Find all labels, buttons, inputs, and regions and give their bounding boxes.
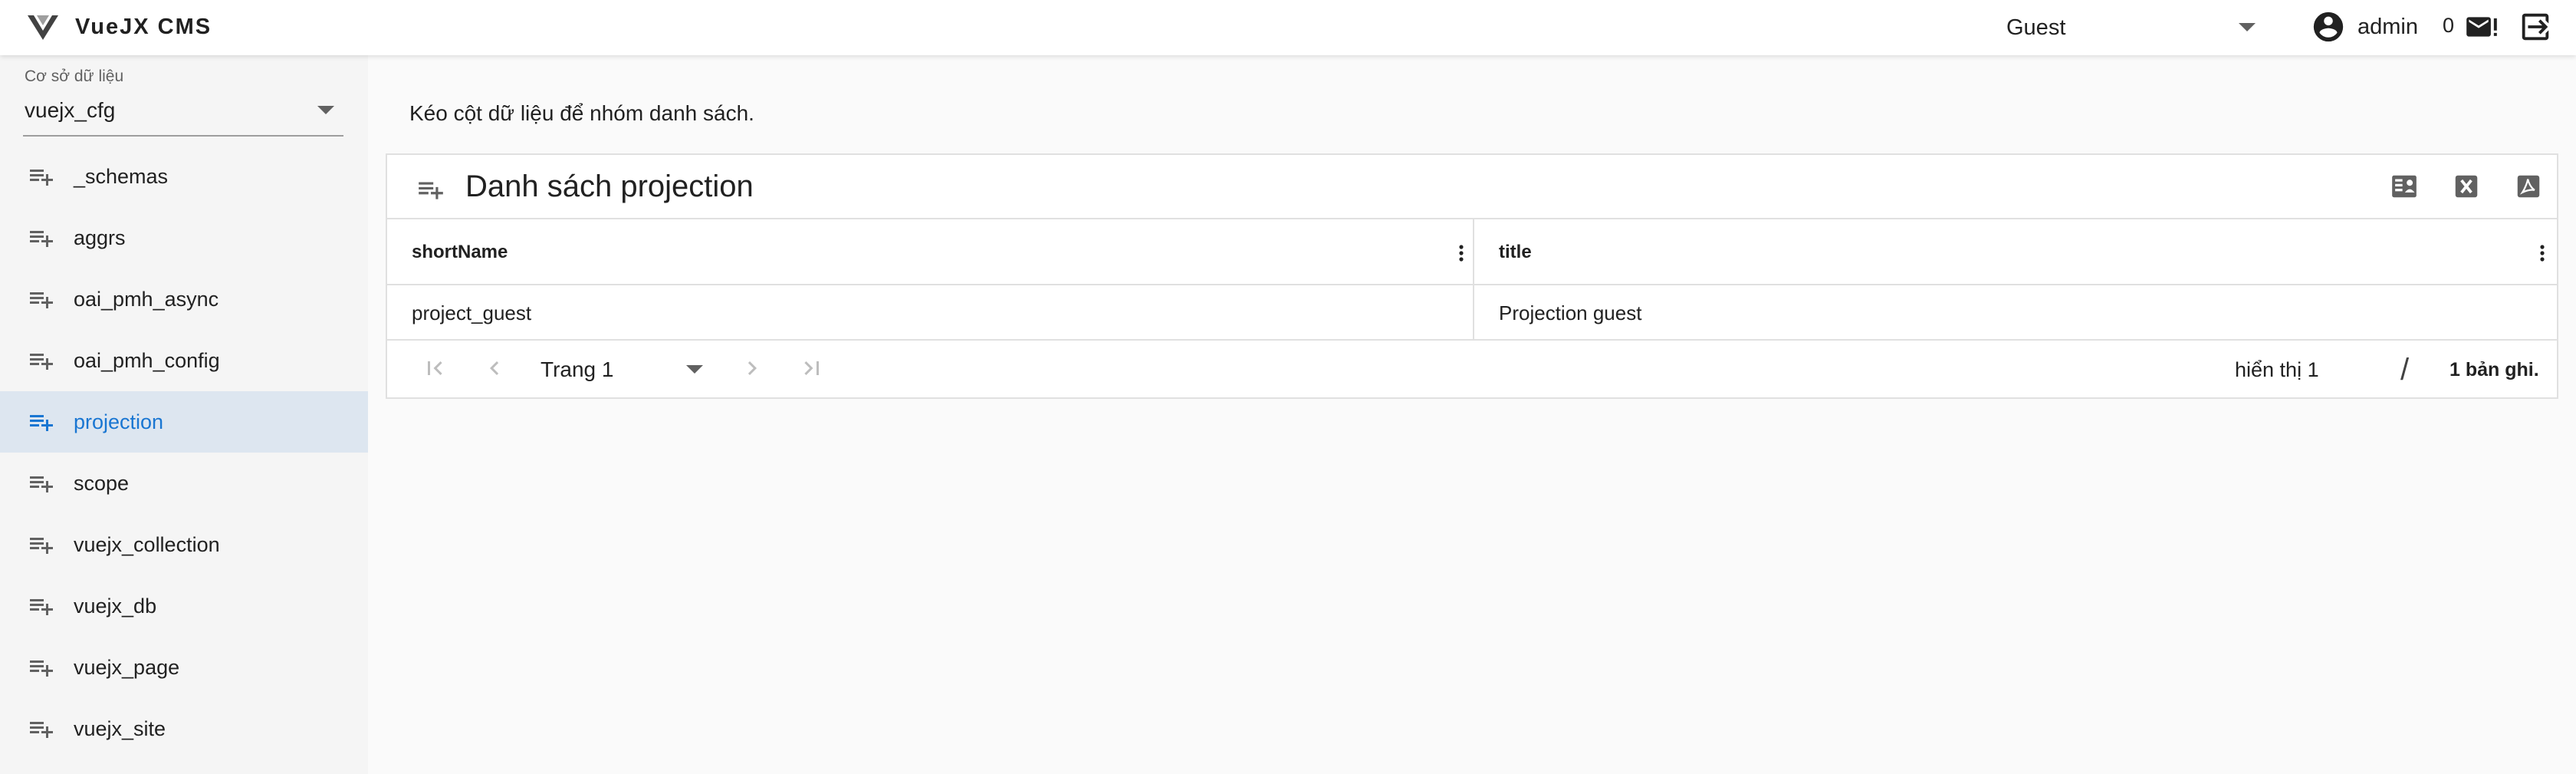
previous-page-icon[interactable] (481, 354, 508, 382)
sidebar-item-label: oai_pmh_config (74, 349, 220, 372)
sidebar-item-projection[interactable]: projection (0, 391, 368, 453)
message-count: 0 (2443, 14, 2455, 37)
playlist-add-icon (30, 599, 53, 615)
sidebar-item-oai-pmh-config[interactable]: oai_pmh_config (0, 330, 368, 391)
cell-title: Projection guest (1499, 301, 1642, 324)
sidebar-item-label: oai_pmh_async (74, 288, 219, 311)
table-cell: Projection guest (1474, 285, 2557, 339)
cell-shortname: project_guest (412, 301, 532, 324)
playlist-add-icon (30, 476, 53, 492)
total-records: 1 bản ghi. (2450, 359, 2539, 380)
playlist-add-icon (30, 538, 53, 554)
column-menu-icon[interactable] (2538, 242, 2546, 264)
app-bar: VueJX CMS Guest admin 0 (0, 0, 2576, 55)
chevron-down-icon (317, 106, 334, 114)
playlist-add-icon (30, 415, 53, 431)
sidebar-item-label: vuejx_page (74, 656, 180, 679)
table-cell: project_guest (387, 285, 1474, 339)
page-select[interactable]: Trang 1 (539, 351, 708, 387)
showing-count: hiển thị 1 (2235, 358, 2319, 381)
column-header-title[interactable]: title (1474, 219, 2557, 284)
sidebar-item-schemas[interactable]: _schemas (0, 146, 368, 207)
table-header: shortName title (387, 219, 2557, 285)
sidebar-item-vuejx-collection[interactable]: vuejx_collection (0, 514, 368, 575)
database-select[interactable]: vuejx_cfg (23, 92, 343, 137)
sidebar-item-aggrs[interactable]: aggrs (0, 207, 368, 268)
excel-icon[interactable] (2452, 172, 2481, 201)
form-icon[interactable] (2390, 172, 2419, 201)
group-hint: Kéo cột dữ liệu để nhóm danh sách. (409, 101, 754, 125)
database-select-value: vuejx_cfg (25, 98, 116, 122)
playlist-add-icon (30, 170, 53, 186)
playlist-add-icon (30, 660, 53, 677)
pagination-separator: / (2400, 353, 2410, 387)
column-menu-icon[interactable] (1457, 242, 1465, 264)
pdf-icon[interactable] (2514, 172, 2543, 201)
logout-icon[interactable] (2518, 9, 2553, 44)
role-select-value: Guest (2006, 15, 2066, 40)
vuejx-logo-icon[interactable] (26, 14, 60, 41)
column-header-shortname[interactable]: shortName (387, 219, 1474, 284)
sidebar-item-label: vuejx_db (74, 594, 157, 618)
sidebar-item-label: _schemas (74, 165, 169, 188)
playlist-add-icon (30, 722, 53, 738)
app-title[interactable]: VueJX CMS (75, 13, 212, 41)
chevron-down-icon (686, 365, 703, 374)
sidebar-item-label: vuejx_site (74, 717, 166, 740)
sidebar-item-vuejx-page[interactable]: vuejx_page (0, 637, 368, 698)
sidebar-item-scope[interactable]: scope (0, 453, 368, 514)
sidebar-item-vuejx-site[interactable]: vuejx_site (0, 698, 368, 759)
page-select-value: Trang 1 (540, 357, 614, 381)
role-select[interactable]: Guest (2004, 9, 2265, 44)
first-page-icon[interactable] (421, 354, 449, 382)
card-header: Danh sách projection (387, 155, 2557, 219)
sidebar-item-vuejx-db[interactable]: vuejx_db (0, 575, 368, 637)
last-page-icon[interactable] (798, 354, 826, 382)
pagination: Trang 1 hiển thị 1 / 1 bản ghi. (387, 341, 2557, 399)
data-table-card: Danh sách projection shortName title pro… (386, 153, 2558, 399)
database-label: Cơ sở dữ liệu (25, 68, 124, 85)
mail-alert-icon[interactable] (2464, 12, 2499, 41)
collection-list: _schemasaggrs oai_pmh_async oai_pmh_config… (0, 146, 368, 759)
chevron-down-icon (2239, 23, 2256, 31)
sidebar-item-label: aggrs (74, 226, 126, 249)
column-header-label: shortName (412, 242, 508, 262)
sidebar-item-label: vuejx_collection (74, 533, 220, 556)
sidebar-item-label: projection (74, 410, 164, 433)
username[interactable]: admin (2358, 15, 2418, 39)
playlist-add-icon (30, 354, 53, 370)
playlist-add-icon (30, 292, 53, 308)
playlist-add-icon (30, 231, 53, 247)
sidebar-item-label: scope (74, 472, 130, 495)
column-header-label: title (1499, 242, 1532, 262)
table-row[interactable]: project_guest Projection guest (387, 285, 2557, 341)
sidebar-item-oai-pmh-async[interactable]: oai_pmh_async (0, 268, 368, 330)
account-circle-icon[interactable] (2311, 9, 2346, 44)
playlist-add-icon (419, 182, 443, 199)
page-title: Danh sách projection (465, 170, 754, 203)
sidebar: Cơ sở dữ liệu vuejx_cfg _schemasaggrs oai… (0, 55, 368, 774)
next-page-icon[interactable] (738, 354, 766, 382)
